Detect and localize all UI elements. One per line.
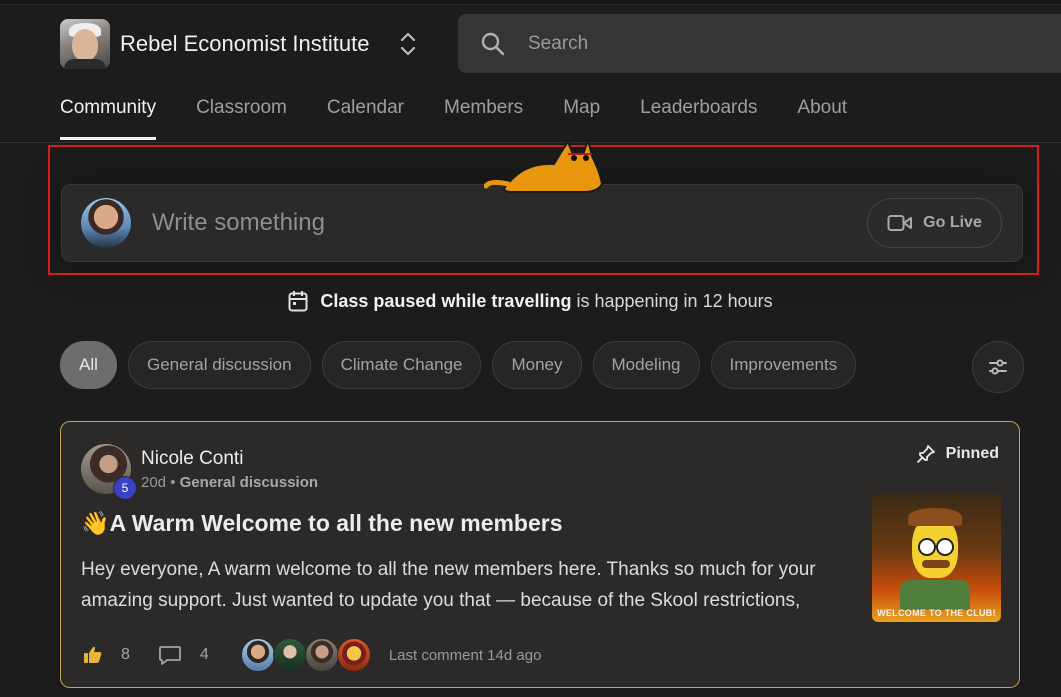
search-bar[interactable]	[458, 14, 1061, 73]
comment-button[interactable]: 4	[158, 644, 209, 666]
group-name: Rebel Economist Institute	[120, 31, 370, 56]
avatar	[336, 638, 371, 672]
last-comment-time: Last comment 14d ago	[388, 646, 542, 664]
sliders-icon	[989, 359, 1007, 375]
search-icon	[481, 32, 505, 55]
upcoming-event[interactable]: Class paused while travelling is happeni…	[0, 290, 1061, 312]
post-body: Hey everyone, A warm welcome to all the …	[81, 559, 816, 611]
category-filters: All General discussion Climate Change Mo…	[60, 341, 867, 389]
thumbnail-caption: WELCOME TO THE CLUB!	[877, 608, 996, 618]
group-brand[interactable]: Rebel Economist Institute	[60, 18, 417, 70]
calendar-icon	[288, 291, 308, 312]
tab-about[interactable]: About	[797, 96, 847, 140]
post-meta: 20d • General discussion	[141, 474, 318, 491]
pin-icon	[916, 445, 935, 463]
filter-settings-button[interactable]	[972, 341, 1024, 393]
like-button[interactable]: 8	[83, 645, 130, 665]
like-count: 8	[121, 646, 130, 663]
chevron-up-down-icon[interactable]	[399, 31, 417, 57]
level-badge: 5	[113, 476, 137, 500]
pinned-post[interactable]: 5 Nicole Conti 20d • General discussion …	[60, 421, 1020, 688]
post-age: 20d	[141, 474, 167, 491]
window-top-strip	[0, 0, 1061, 5]
avatar	[272, 638, 307, 672]
comment-icon	[159, 646, 181, 665]
thumbs-up-icon	[84, 646, 102, 663]
avatar	[304, 638, 339, 672]
event-time: is happening in 12 hours	[576, 290, 773, 311]
pinned-label: Pinned	[945, 445, 999, 462]
post-actions: 8 4 Last comment 14d ago	[83, 638, 541, 672]
event-name[interactable]: Class paused while travelling	[320, 291, 571, 312]
filter-money[interactable]: Money	[492, 341, 582, 389]
pinned-indicator: Pinned	[916, 444, 999, 464]
author-name[interactable]: Nicole Conti	[141, 448, 243, 470]
post-title[interactable]: 👋A Warm Welcome to all the new members	[81, 510, 563, 537]
filter-all[interactable]: All	[60, 341, 117, 389]
filter-climate-change[interactable]: Climate Change	[321, 341, 482, 389]
filter-improvements[interactable]: Improvements	[710, 341, 857, 389]
group-logo	[60, 19, 110, 69]
post-category[interactable]: General discussion	[180, 474, 318, 491]
main-nav: Community Classroom Calendar Members Map…	[60, 96, 887, 140]
tab-classroom[interactable]: Classroom	[196, 96, 287, 140]
post-thumbnail[interactable]: WELCOME TO THE CLUB!	[872, 494, 1001, 622]
tab-community[interactable]: Community	[60, 96, 157, 140]
commenter-avatars[interactable]	[240, 638, 371, 672]
cat-mascot-icon	[484, 136, 604, 193]
avatar	[240, 638, 275, 672]
filter-modeling[interactable]: Modeling	[592, 341, 700, 389]
comment-count: 4	[199, 646, 209, 663]
meta-separator: •	[170, 474, 176, 491]
search-input[interactable]	[526, 31, 930, 56]
filter-general-discussion[interactable]: General discussion	[128, 341, 311, 389]
tab-leaderboards[interactable]: Leaderboards	[640, 96, 757, 140]
tab-calendar[interactable]: Calendar	[327, 96, 404, 140]
